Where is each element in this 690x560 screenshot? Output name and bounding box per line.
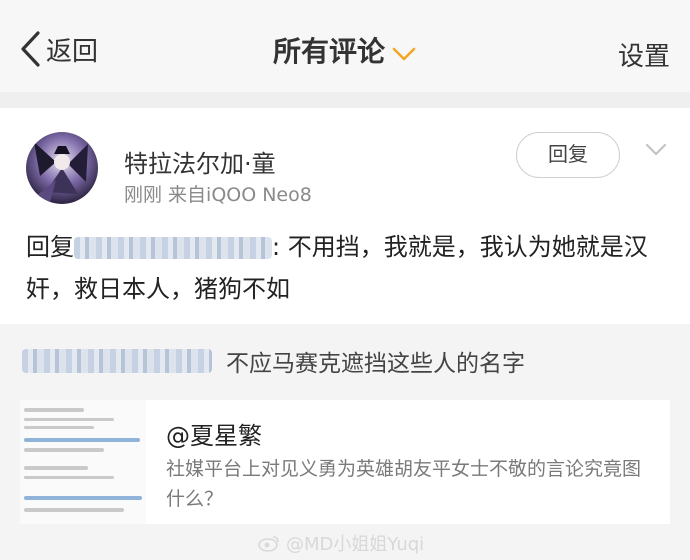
link-card-description: 社媒平台上对见义勇为英雄胡友平女士不敬的言论究竟图什么？: [166, 458, 642, 510]
blurred-username: [22, 349, 212, 373]
chevron-down-icon: [391, 37, 417, 70]
comment-meta: 刚刚 来自iQOO Neo8: [124, 184, 312, 206]
reply-prefix: 回复: [26, 233, 74, 261]
watermark-text: @MD小姐姐Yuqi: [286, 534, 425, 555]
page-title: 所有评论: [272, 35, 385, 68]
section-divider: [0, 92, 690, 108]
link-thumbnail: [20, 400, 146, 524]
blurred-username: [74, 237, 272, 259]
link-card[interactable]: @夏星繁 社媒平台上对见义勇为英雄胡友平女士不敬的言论究竟图什么？: [20, 400, 670, 524]
comment-username[interactable]: 特拉法尔加·童: [124, 144, 276, 179]
page-title-dropdown[interactable]: 所有评论: [0, 30, 690, 70]
avatar[interactable]: [26, 132, 98, 204]
reply-button[interactable]: 回复: [516, 132, 620, 178]
quoted-line: 不应马赛克遮挡这些人的名字: [22, 344, 525, 378]
settings-button[interactable]: 设置: [618, 36, 670, 73]
watermark: @MD小姐姐Yuqi: [258, 530, 424, 556]
link-card-title: @夏星繁: [166, 422, 262, 450]
top-nav-bar: 返回 所有评论 设置: [0, 0, 690, 92]
comment-text: 回复: 不用挡，我就是，我认为她就是汉奸，救日本人，猪狗不如: [26, 226, 666, 310]
quoted-text: 不应马赛克遮挡这些人的名字: [226, 351, 525, 377]
chevron-down-icon[interactable]: [644, 142, 668, 162]
weibo-logo-icon: [258, 536, 279, 552]
comment-card: 特拉法尔加·童 刚刚 来自iQOO Neo8 回复 回复: 不用挡，我就是，我认…: [0, 108, 690, 324]
